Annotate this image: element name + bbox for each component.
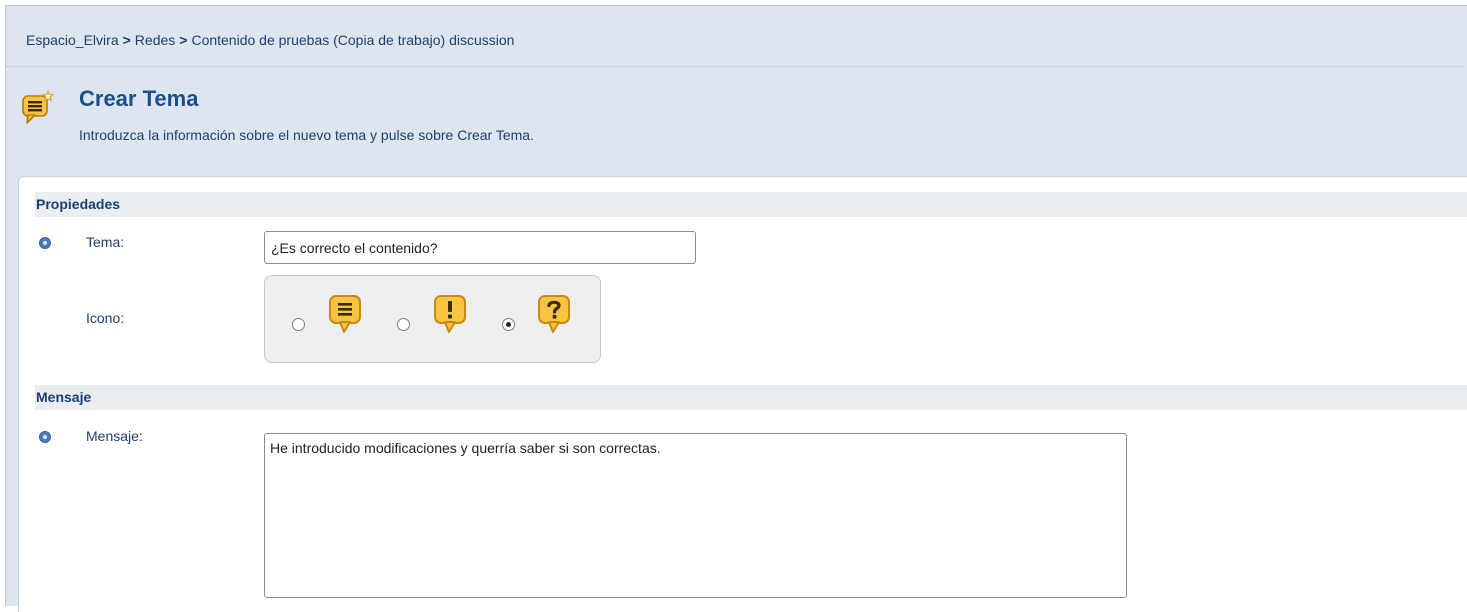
breadcrumb-link-redes[interactable]: Redes: [135, 32, 175, 48]
section-header-message: Mensaje: [35, 385, 1467, 410]
icon-radio-question[interactable]: [502, 318, 515, 331]
section-title-message: Mensaje: [36, 389, 92, 405]
message-textarea[interactable]: He introducido modificaciones y querría …: [264, 433, 1127, 598]
page-title: Crear Tema: [79, 86, 199, 111]
page-subtitle: Introduzca la información sobre el nuevo…: [79, 127, 534, 143]
icon-label: Icono:: [86, 310, 125, 326]
required-bullet-icon: [39, 237, 51, 249]
icon-selector: [264, 275, 601, 363]
section-title-properties: Propiedades: [36, 196, 121, 212]
icon-radio-exclamation[interactable]: [397, 318, 410, 331]
breadcrumb-separator: >: [179, 32, 188, 48]
lines-bubble-icon[interactable]: [328, 294, 362, 334]
breadcrumb-separator: >: [122, 32, 131, 48]
breadcrumb: Espacio_Elvira > Redes > Contenido de prueba…: [26, 32, 514, 48]
exclamation-bubble-icon[interactable]: [433, 294, 467, 334]
message-label: Mensaje:: [86, 428, 143, 444]
breadcrumb-current-page: Contenido de pruebas (Copia de trabajo) …: [191, 32, 515, 48]
topic-label: Tema:: [86, 234, 125, 250]
question-bubble-icon[interactable]: [537, 294, 571, 334]
icon-radio-lines[interactable]: [292, 318, 305, 331]
topic-input[interactable]: [264, 231, 696, 264]
discussion-bubble-icon: [22, 90, 55, 124]
section-header-properties: Propiedades: [35, 192, 1467, 217]
page-header-area: Espacio_Elvira > Redes > Contenido de prueba…: [5, 5, 1467, 612]
breadcrumb-link-espacio[interactable]: Espacio_Elvira: [26, 32, 119, 48]
required-bullet-icon: [39, 431, 51, 443]
form-panel: Propiedades Tema: Icono:: [18, 176, 1467, 612]
header-divider: [6, 66, 1467, 67]
